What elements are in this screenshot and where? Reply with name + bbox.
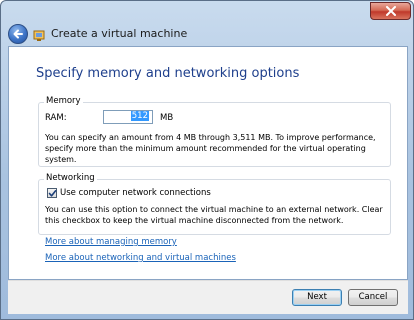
cancel-button[interactable]: Cancel bbox=[348, 289, 398, 306]
close-button[interactable] bbox=[370, 2, 411, 20]
networking-legend: Networking bbox=[44, 173, 97, 183]
network-checkbox-label[interactable]: Use computer network connections bbox=[60, 188, 211, 198]
memory-group: Memory RAM: 512 MB You can specify an am… bbox=[38, 96, 391, 167]
ram-label: RAM: bbox=[45, 113, 67, 123]
wizard-content: Specify memory and networking options Me… bbox=[8, 46, 408, 280]
title-bar: Create a virtual machine bbox=[1, 1, 413, 45]
memory-legend: Memory bbox=[44, 96, 83, 106]
ram-input[interactable]: 512 bbox=[103, 110, 153, 124]
networking-group: Networking Use computer network connecti… bbox=[38, 173, 391, 235]
next-button[interactable]: Next bbox=[292, 289, 342, 306]
wizard-window: Create a virtual machine Specify memory … bbox=[0, 0, 414, 320]
networking-description: You can use this option to connect the v… bbox=[45, 205, 383, 225]
window-title: Create a virtual machine bbox=[51, 27, 188, 40]
virtual-machine-icon bbox=[33, 27, 47, 41]
memory-description: You can specify an amount from 4 MB thro… bbox=[45, 133, 376, 164]
button-bar: Next Cancel bbox=[8, 280, 408, 314]
back-arrow-icon bbox=[13, 29, 23, 39]
ram-value: 512 bbox=[130, 111, 149, 121]
memory-help-link[interactable]: More about managing memory bbox=[45, 237, 177, 247]
page-heading: Specify memory and networking options bbox=[36, 66, 300, 81]
close-icon bbox=[386, 6, 396, 16]
back-button[interactable] bbox=[8, 24, 28, 44]
networking-help-link[interactable]: More about networking and virtual machin… bbox=[45, 253, 236, 263]
network-checkbox[interactable] bbox=[47, 188, 57, 198]
ram-unit: MB bbox=[160, 113, 174, 123]
checkmark-icon bbox=[48, 190, 57, 197]
